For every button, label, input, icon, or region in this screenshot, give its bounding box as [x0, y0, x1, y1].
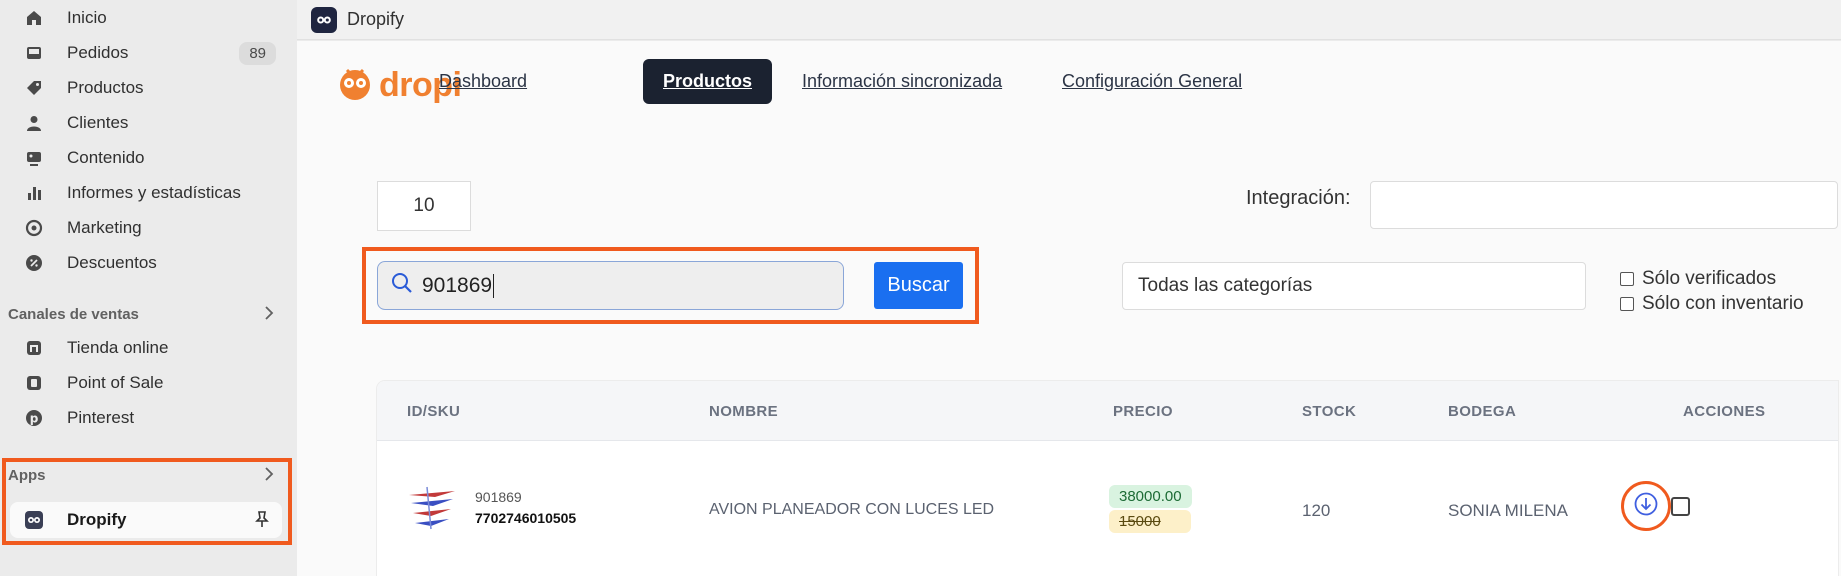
text-caret [493, 273, 495, 298]
section-title: Apps [8, 466, 46, 484]
sidebar-item-label: Descuentos [67, 253, 157, 272]
target-icon [24, 218, 44, 238]
dropify-app-icon [311, 6, 337, 33]
bar-chart-icon [24, 183, 44, 203]
column-header-id-sku: ID/SKU [407, 403, 461, 420]
sales-channels-section[interactable]: Canales de ventas [8, 301, 288, 327]
section-title: Canales de ventas [8, 305, 139, 323]
search-input[interactable]: 901869 [377, 261, 844, 310]
category-select[interactable]: Todas las categorías [1122, 262, 1586, 310]
sidebar-item-marketing[interactable]: Marketing [10, 211, 288, 245]
dropi-mascot-icon [335, 63, 375, 108]
store-icon [24, 338, 44, 358]
orders-count-badge: 89 [239, 42, 276, 65]
tab-dashboard[interactable]: Dashboard [439, 59, 527, 104]
sidebar-item-contenido[interactable]: Contenido [10, 141, 288, 175]
inbox-icon [24, 43, 44, 63]
sidebar: Inicio Pedidos 89 Productos Clientes Con… [0, 0, 297, 576]
sidebar-item-informes[interactable]: Informes y estadísticas [10, 176, 288, 210]
sidebar-item-label: Contenido [67, 148, 145, 167]
pin-icon[interactable] [254, 510, 270, 533]
column-header-acciones: ACCIONES [1683, 403, 1766, 420]
search-icon [390, 271, 414, 300]
integration-select[interactable] [1370, 181, 1838, 229]
sidebar-item-tienda-online[interactable]: Tienda online [10, 331, 288, 365]
sidebar-item-inicio[interactable]: Inicio [10, 1, 288, 35]
pinterest-icon: p [24, 408, 44, 428]
image-icon [24, 148, 44, 168]
main-content: dropi Dashboard Productos Información si… [297, 41, 1841, 576]
products-table: ID/SKU NOMBRE PRECIO STOCK BODEGA ACCION… [377, 381, 1838, 576]
sidebar-item-label: Pinterest [67, 408, 135, 427]
home-icon [24, 8, 44, 28]
sidebar-item-pedidos[interactable]: Pedidos 89 [10, 36, 288, 70]
apps-section[interactable]: Apps [8, 462, 288, 488]
download-icon [1633, 491, 1659, 522]
only-inventory-checkbox[interactable]: Sólo con inventario [1620, 293, 1804, 315]
column-header-stock: STOCK [1302, 403, 1357, 420]
discount-icon [24, 253, 44, 273]
app-topbar: Dropify [297, 0, 1841, 40]
column-header-bodega: BODEGA [1448, 403, 1517, 420]
integration-label: Integración: [1246, 187, 1351, 209]
table-header: ID/SKU NOMBRE PRECIO STOCK BODEGA ACCION… [377, 381, 1838, 441]
sidebar-item-clientes[interactable]: Clientes [10, 106, 288, 140]
sidebar-item-label: Tienda online [67, 338, 169, 357]
tag-icon [24, 78, 44, 98]
chevron-right-icon [262, 465, 276, 487]
product-id: 901869 [475, 489, 522, 505]
app-title: Dropify [347, 9, 405, 29]
search-button[interactable]: Buscar [874, 262, 963, 309]
svg-text:p: p [30, 412, 39, 426]
tab-informacion-sincronizada[interactable]: Información sincronizada [802, 59, 1002, 104]
checkbox-box[interactable] [1620, 272, 1634, 286]
person-icon [24, 113, 44, 133]
sidebar-item-descuentos[interactable]: Descuentos [10, 246, 288, 280]
download-button[interactable] [1626, 486, 1666, 526]
pos-icon [24, 373, 44, 393]
chevron-right-icon [262, 304, 276, 326]
sidebar-item-label: Point of Sale [67, 373, 164, 392]
checkbox-label: Sólo con inventario [1642, 293, 1804, 314]
tab-configuracion-general[interactable]: Configuración General [1062, 59, 1242, 104]
product-warehouse: SONIA MILENA [1448, 501, 1568, 520]
sidebar-item-label: Productos [67, 78, 144, 97]
sidebar-item-label: Informes y estadísticas [67, 183, 241, 202]
sidebar-item-label: Marketing [67, 218, 142, 237]
price-old-badge: 15000 [1109, 510, 1191, 533]
product-name: AVION PLANEADOR CON LUCES LED [709, 501, 995, 518]
product-stock: 120 [1302, 501, 1331, 520]
search-value: 901869 [422, 273, 493, 297]
sidebar-item-label: Clientes [67, 113, 129, 132]
sidebar-item-label: Dropify [67, 510, 127, 529]
column-header-precio: PRECIO [1113, 403, 1173, 420]
tab-productos[interactable]: Productos [643, 59, 773, 104]
only-verified-checkbox[interactable]: Sólo verificados [1620, 268, 1776, 290]
product-thumbnail [405, 481, 459, 535]
checkbox-box[interactable] [1620, 297, 1634, 311]
sidebar-item-label: Pedidos [67, 43, 129, 62]
sidebar-item-pinterest[interactable]: p Pinterest [10, 401, 288, 435]
sidebar-item-productos[interactable]: Productos [10, 71, 288, 105]
column-header-nombre: NOMBRE [709, 403, 779, 420]
sidebar-item-dropify[interactable]: Dropify [10, 502, 282, 538]
row-select-checkbox[interactable] [1671, 497, 1690, 516]
per-page-input[interactable]: 10 [377, 181, 471, 231]
price-new-badge: 38000.00 [1109, 485, 1192, 508]
dropify-app-icon [24, 510, 44, 530]
sidebar-item-label: Inicio [67, 8, 107, 27]
product-sku: 7702746010505 [475, 510, 577, 526]
checkbox-label: Sólo verificados [1642, 268, 1777, 289]
sidebar-item-point-of-sale[interactable]: Point of Sale [10, 366, 288, 400]
